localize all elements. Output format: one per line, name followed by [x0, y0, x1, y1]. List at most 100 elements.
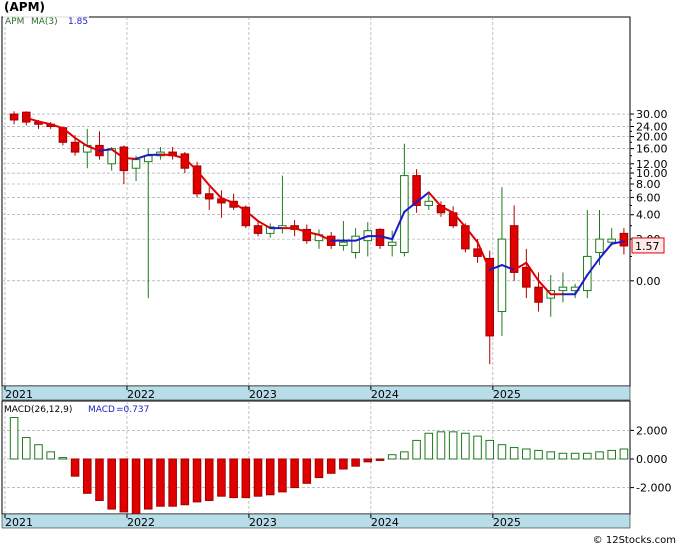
macd-bar-negative — [266, 459, 274, 495]
macd-bar-negative — [218, 459, 226, 496]
macd-bar-positive — [388, 455, 396, 459]
legend-ma-value: 1.85 — [68, 17, 88, 27]
macd-bar-negative — [181, 459, 189, 505]
macd-bar-negative — [96, 459, 104, 500]
macd-x-tick-label: 2021 — [5, 516, 33, 529]
macd-bar-positive — [462, 433, 470, 459]
candle-up — [559, 287, 567, 290]
price-frame — [2, 17, 630, 386]
macd-bar-negative — [108, 459, 116, 509]
macd-bar-negative — [120, 459, 128, 512]
macd-legend-label: MACD(26,12,9) — [4, 405, 72, 415]
macd-bar-negative — [230, 459, 238, 498]
price-x-tick-label: 2025 — [493, 388, 521, 401]
macd-bar-negative — [315, 459, 323, 478]
price-y-tick-label: 20.00 — [636, 131, 668, 144]
candle-up — [388, 242, 396, 245]
macd-x-axis-band — [2, 514, 630, 528]
macd-bar-positive — [437, 432, 445, 459]
candle-down — [523, 267, 531, 287]
macd-bar-negative — [364, 459, 372, 462]
macd-bar-negative — [132, 459, 140, 515]
macd-bar-positive — [608, 450, 616, 459]
chart-title: (APM) — [4, 0, 45, 14]
macd-bar-positive — [596, 452, 604, 459]
price-x-tick-label: 2024 — [371, 388, 399, 401]
macd-bar-positive — [59, 458, 67, 459]
macd-bar-positive — [10, 418, 18, 459]
macd-bar-negative — [193, 459, 201, 502]
candle-up — [596, 239, 604, 252]
macd-bar-negative — [83, 459, 91, 493]
macd-y-tick-label: -2.000 — [636, 482, 671, 495]
price-y-tick-label: 0.00 — [636, 275, 661, 288]
candle-down — [254, 226, 262, 234]
macd-legend-name: MACD — [88, 405, 115, 415]
price-y-tick-label: 30.00 — [636, 108, 668, 121]
macd-bar-positive — [401, 452, 409, 459]
macd-bar-negative — [157, 459, 165, 506]
macd-bar-negative — [291, 459, 299, 488]
candle-up — [425, 201, 433, 205]
candle-down — [10, 114, 18, 120]
candle-up — [608, 239, 616, 242]
macd-bar-negative — [242, 459, 250, 498]
macd-bar-positive — [35, 445, 43, 459]
macd-bar-positive — [584, 453, 592, 459]
macd-bar-negative — [205, 459, 213, 500]
macd-y-tick-label: 2.000 — [636, 424, 668, 437]
macd-bar-positive — [413, 440, 421, 459]
footer-credit: © 12Stocks.com — [593, 535, 676, 546]
macd-bar-positive — [620, 449, 628, 459]
macd-bar-positive — [535, 450, 543, 459]
legend-series-apm: APM — [5, 17, 24, 27]
macd-bar-positive — [449, 432, 457, 459]
macd-legend-value: =0.737 — [116, 405, 149, 415]
candle-up — [340, 242, 348, 245]
price-y-tick-label: 16.00 — [636, 143, 668, 156]
macd-bar-positive — [523, 449, 531, 459]
price-x-tick-label: 2021 — [5, 388, 33, 401]
ma3-segment — [124, 158, 136, 159]
last-price-label: 1.57 — [635, 240, 660, 253]
price-y-tick-label: 8.00 — [636, 178, 661, 191]
macd-bar-positive — [425, 433, 433, 459]
candle-down — [510, 226, 518, 273]
stock-chart: 30.0024.0020.0016.0012.0010.008.006.004.… — [0, 0, 680, 546]
macd-bar-positive — [559, 453, 567, 459]
candle-down — [535, 287, 543, 302]
macd-bar-positive — [23, 438, 31, 459]
macd-bar-positive — [498, 445, 506, 459]
macd-bar-positive — [571, 453, 579, 459]
macd-bar-negative — [303, 459, 311, 483]
macd-bar-negative — [340, 459, 348, 469]
macd-x-tick-label: 2025 — [493, 516, 521, 529]
macd-x-tick-label: 2024 — [371, 516, 399, 529]
macd-bar-positive — [486, 440, 494, 459]
macd-bar-negative — [279, 459, 287, 492]
macd-bar-negative — [71, 459, 79, 476]
candle-down — [205, 194, 213, 199]
price-y-tick-label: 4.00 — [636, 209, 661, 222]
macd-bar-positive — [510, 448, 518, 459]
price-panel: 30.0024.0020.0016.0012.0010.008.006.004.… — [2, 15, 668, 401]
candle-up — [132, 160, 140, 169]
legend-series-ma: MA(3) — [31, 17, 58, 27]
candle-up — [498, 239, 506, 311]
macd-x-tick-label: 2022 — [127, 516, 155, 529]
chart-root: 30.0024.0020.0016.0012.0010.008.006.004.… — [0, 0, 680, 550]
macd-bar-negative — [376, 459, 384, 460]
price-y-tick-label: 6.00 — [636, 191, 661, 204]
price-x-tick-label: 2023 — [249, 388, 277, 401]
macd-bar-positive — [474, 436, 482, 459]
price-x-tick-label: 2022 — [127, 388, 155, 401]
macd-bar-negative — [144, 459, 152, 509]
macd-bar-negative — [169, 459, 177, 506]
price-x-axis-band — [2, 386, 630, 400]
macd-bar-positive — [547, 452, 555, 459]
macd-bar-negative — [327, 459, 335, 473]
macd-panel: 2.0000.000-2.000MACD(26,12,9)MACD=0.7372… — [2, 401, 671, 529]
candle-down — [620, 233, 628, 246]
macd-bar-negative — [254, 459, 262, 496]
macd-bar-negative — [352, 459, 360, 466]
